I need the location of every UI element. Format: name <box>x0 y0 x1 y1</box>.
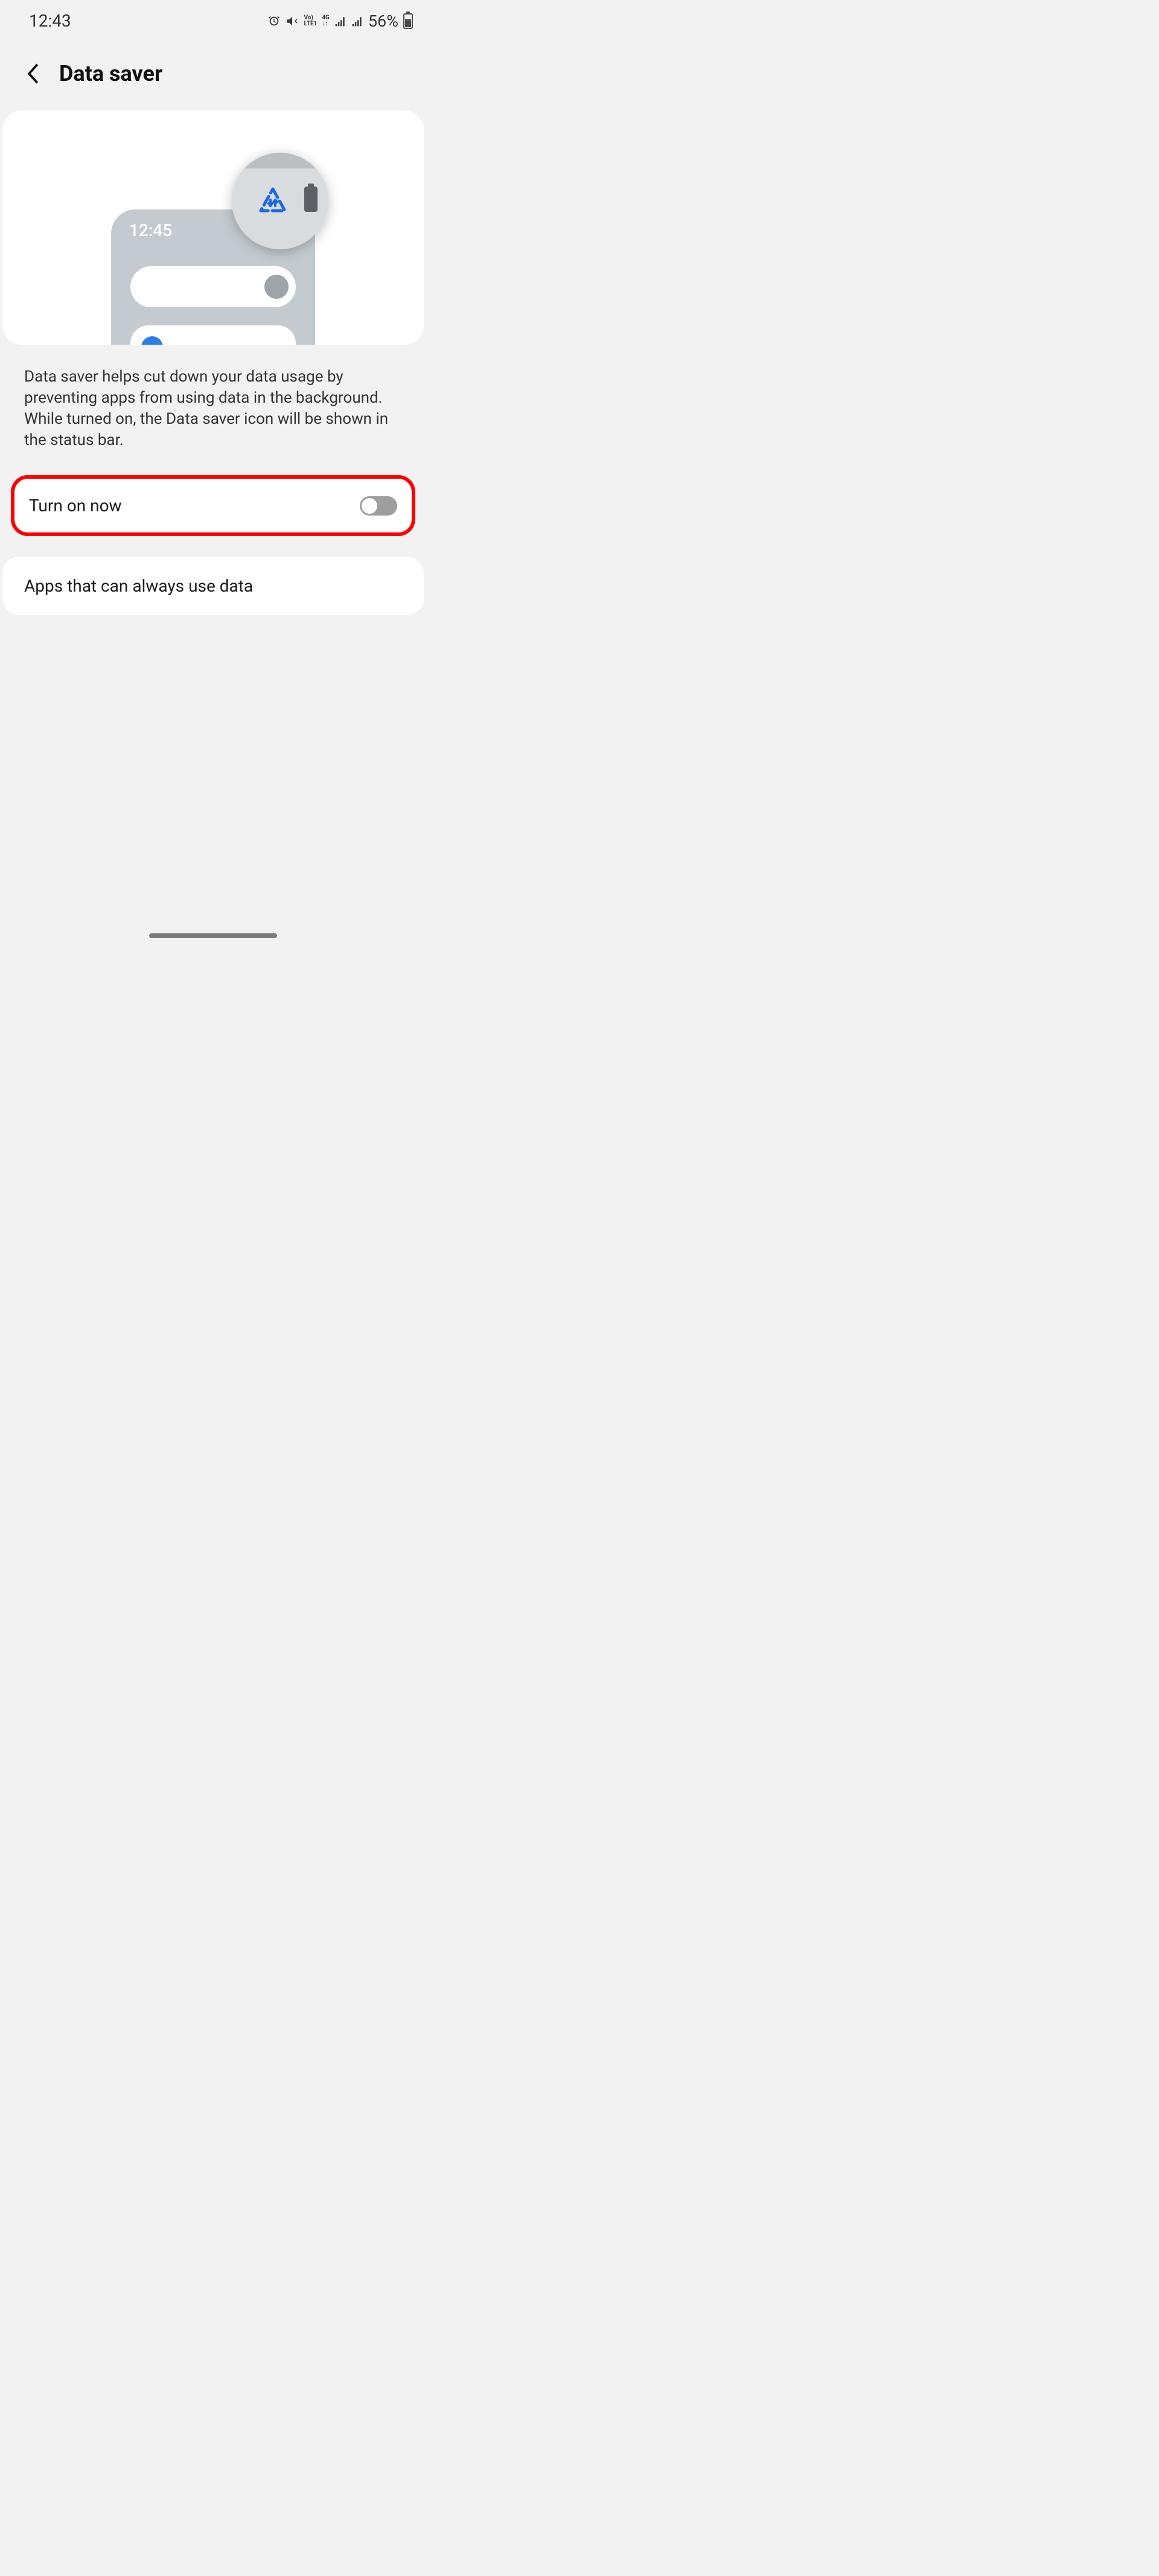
zoom-battery-icon <box>304 187 318 212</box>
mockup-row <box>130 266 296 307</box>
mute-icon <box>286 14 299 28</box>
page-header: Data saver <box>0 37 426 110</box>
switch-knob <box>362 498 377 514</box>
battery-icon <box>403 13 413 29</box>
volte-icon: Vo)LTE1 <box>304 15 317 27</box>
battery-percent: 56% <box>368 11 398 31</box>
status-time: 12:43 <box>29 11 71 31</box>
turn-on-toggle-row[interactable]: Turn on now <box>11 475 415 536</box>
network-4g-icon: 4G↓↑ <box>322 15 330 27</box>
data-saver-icon <box>257 187 289 218</box>
mockup-dot-2 <box>141 336 163 345</box>
alarm-icon <box>267 14 281 28</box>
apps-row-label: Apps that can always use data <box>24 576 402 596</box>
toggle-label: Turn on now <box>29 496 122 516</box>
illustration-card: 12:45 <box>2 110 424 345</box>
data-saver-switch[interactable] <box>360 496 397 516</box>
page-title: Data saver <box>59 61 162 86</box>
mockup-time: 12:45 <box>129 220 172 240</box>
back-button[interactable] <box>24 65 42 83</box>
description-text: Data saver helps cut down your data usag… <box>0 345 426 469</box>
mockup-toggle-dot <box>264 275 289 299</box>
nav-handle[interactable] <box>149 933 277 938</box>
apps-always-use-data-row[interactable]: Apps that can always use data <box>2 557 424 615</box>
zoom-statusbar <box>232 153 328 168</box>
mockup-row-2 <box>130 325 296 345</box>
status-icons: Vo)LTE1 4G↓↑ 56% <box>267 11 413 31</box>
zoom-circle <box>232 153 328 249</box>
status-bar: 12:43 Vo)LTE1 4G↓↑ 56% <box>0 0 426 37</box>
signal-icon-2 <box>351 15 363 27</box>
signal-icon-1 <box>334 15 346 27</box>
